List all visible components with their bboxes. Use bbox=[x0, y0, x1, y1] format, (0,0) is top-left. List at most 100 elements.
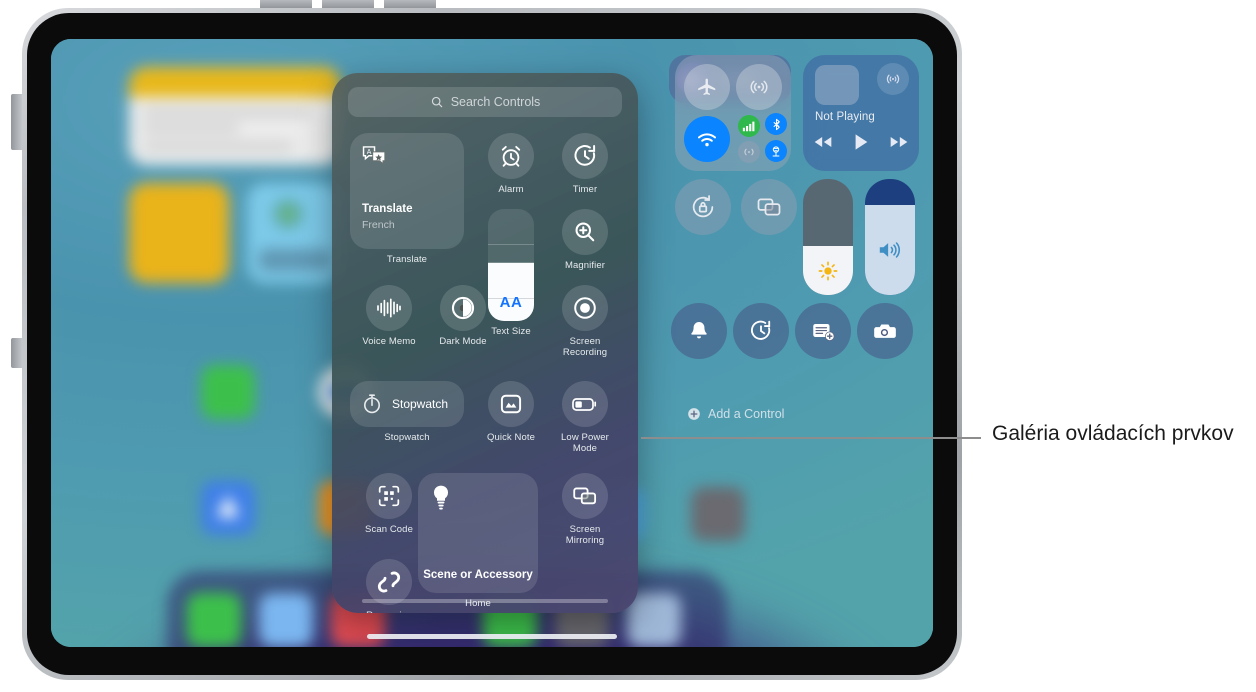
home-tile-title: Scene or Accessory bbox=[423, 569, 533, 581]
dark-mode-icon bbox=[440, 285, 486, 331]
app-icon bbox=[691, 487, 745, 541]
brightness-slider[interactable] bbox=[803, 179, 853, 295]
gallery-item-screen-mirroring[interactable]: Screen Mirroring bbox=[546, 473, 624, 546]
side-button-b[interactable] bbox=[11, 338, 22, 368]
bluetooth-icon bbox=[772, 118, 780, 130]
home-scene-tile[interactable]: Scene or Accessory bbox=[418, 473, 538, 593]
bluetooth-toggle[interactable] bbox=[765, 113, 787, 135]
airdrop-mini-toggle[interactable] bbox=[738, 141, 760, 163]
airplane-icon bbox=[698, 78, 716, 95]
svg-text:A: A bbox=[367, 149, 372, 156]
dark-mode-caption: Dark Mode bbox=[439, 336, 487, 347]
gallery-item-home[interactable]: Scene or Accessory Home bbox=[418, 473, 538, 609]
add-a-control-button[interactable]: Add a Control bbox=[687, 407, 784, 421]
timer-button[interactable] bbox=[733, 303, 789, 359]
screenshot-root: Not Playing Focus Add a Control Search C… bbox=[0, 0, 1256, 692]
gallery-item-quick-note[interactable]: Quick Note bbox=[472, 381, 550, 443]
gallery-item-screen-recording[interactable]: Screen Recording bbox=[546, 285, 624, 358]
wifi-toggle[interactable] bbox=[684, 116, 730, 162]
dock-app-icon bbox=[259, 593, 313, 647]
volume-slider[interactable] bbox=[865, 179, 915, 295]
magnifier-caption: Magnifier bbox=[565, 260, 605, 271]
control-center-grid: Not Playing Focus Add a Control bbox=[669, 55, 927, 421]
stopwatch-tile-title: Stopwatch bbox=[392, 397, 449, 411]
home-widget-yellow bbox=[129, 183, 229, 283]
airplay-audio-icon bbox=[886, 74, 900, 84]
gallery-item-voice-memo[interactable]: Voice Memo bbox=[350, 285, 428, 347]
volume-down-button[interactable] bbox=[322, 0, 374, 8]
translate-caption: Translate bbox=[386, 254, 428, 265]
airdrop-icon bbox=[750, 80, 768, 94]
timer-icon bbox=[562, 133, 608, 179]
ipad-screen: Not Playing Focus Add a Control Search C… bbox=[51, 39, 933, 647]
app-icon bbox=[201, 365, 255, 419]
silent-mode-button[interactable] bbox=[671, 303, 727, 359]
gallery-item-scan-code[interactable]: Scan Code bbox=[350, 473, 428, 535]
timer-icon bbox=[751, 320, 771, 340]
translate-tile-title: Translate bbox=[362, 203, 413, 215]
rewind-icon[interactable] bbox=[813, 135, 833, 149]
battery-low-power-icon bbox=[562, 381, 608, 427]
gallery-item-recognize-music[interactable]: Recognize Music bbox=[350, 559, 428, 613]
media-player-module[interactable]: Not Playing bbox=[803, 55, 919, 171]
screen-mirroring-caption: Screen Mirroring bbox=[565, 524, 605, 546]
gallery-item-stopwatch[interactable]: Stopwatch Stopwatch bbox=[350, 381, 464, 443]
quick-note-caption: Quick Note bbox=[487, 432, 535, 443]
gallery-item-dark-mode[interactable]: Dark Mode bbox=[424, 285, 502, 347]
screen-mirroring-icon bbox=[562, 473, 608, 519]
personal-hotspot-toggle[interactable] bbox=[765, 140, 787, 162]
fast-forward-icon[interactable] bbox=[889, 135, 909, 149]
timer-caption: Timer bbox=[572, 184, 598, 195]
qr-scan-icon bbox=[366, 473, 412, 519]
gallery-item-alarm[interactable]: Alarm bbox=[472, 133, 550, 195]
recognize-music-caption: Recognize Music bbox=[350, 610, 428, 613]
airplane-mode-toggle[interactable] bbox=[684, 64, 730, 110]
stopwatch-tile[interactable]: Stopwatch bbox=[350, 381, 464, 427]
home-widget-card bbox=[129, 67, 341, 165]
gallery-item-translate[interactable]: A Translate French Translate bbox=[350, 133, 464, 265]
bell-icon bbox=[691, 322, 707, 339]
search-icon bbox=[431, 96, 442, 108]
cellular-data-toggle[interactable] bbox=[738, 115, 760, 137]
screen-mirroring-icon bbox=[757, 198, 781, 216]
screen-mirroring-button[interactable] bbox=[741, 179, 797, 235]
controls-gallery-panel[interactable]: Search Controls A Translate French Trans… bbox=[332, 73, 638, 613]
alarm-clock-icon bbox=[488, 133, 534, 179]
home-widget-blue bbox=[247, 183, 341, 283]
alarm-caption: Alarm bbox=[498, 184, 524, 195]
media-status: Not Playing bbox=[815, 111, 875, 123]
play-icon[interactable] bbox=[853, 133, 869, 151]
brightness-sun-icon bbox=[818, 261, 838, 281]
rotation-lock-icon bbox=[692, 195, 714, 218]
volume-up-button[interactable] bbox=[260, 0, 312, 8]
search-controls-placeholder: Search Controls bbox=[450, 95, 541, 109]
translate-tile[interactable]: A Translate French bbox=[350, 133, 464, 249]
callout-label: Galéria ovládacích prvkov bbox=[992, 422, 1234, 445]
voice-memo-caption: Voice Memo bbox=[362, 336, 416, 347]
ipad-bezel: Not Playing Focus Add a Control Search C… bbox=[27, 13, 957, 675]
add-a-control-label: Add a Control bbox=[708, 407, 785, 421]
search-controls-field[interactable]: Search Controls bbox=[348, 87, 622, 117]
gallery-item-timer[interactable]: Timer bbox=[546, 133, 624, 195]
home-indicator[interactable] bbox=[367, 634, 617, 639]
scan-code-caption: Scan Code bbox=[365, 524, 413, 535]
gallery-item-magnifier[interactable]: Magnifier bbox=[546, 209, 624, 271]
airdrop-toggle[interactable] bbox=[736, 64, 782, 110]
note-add-icon bbox=[813, 323, 835, 341]
airplay-button[interactable] bbox=[877, 63, 909, 95]
screen-recording-caption: Screen Recording bbox=[562, 336, 608, 358]
quick-note-button[interactable] bbox=[795, 303, 851, 359]
gallery-drag-handle[interactable] bbox=[362, 599, 608, 603]
stopwatch-caption: Stopwatch bbox=[384, 432, 430, 443]
gallery-item-low-power-mode[interactable]: Low Power Mode bbox=[546, 381, 624, 454]
top-button[interactable] bbox=[384, 0, 436, 8]
hotspot-icon bbox=[772, 146, 780, 157]
camera-button[interactable] bbox=[857, 303, 913, 359]
media-transport bbox=[813, 133, 909, 151]
rotation-lock-button[interactable] bbox=[675, 179, 731, 235]
ipad-device: Not Playing Focus Add a Control Search C… bbox=[11, 0, 962, 680]
album-art bbox=[815, 65, 859, 105]
connectivity-module[interactable] bbox=[675, 55, 791, 171]
side-button-a[interactable] bbox=[11, 94, 22, 150]
camera-icon bbox=[874, 324, 896, 338]
